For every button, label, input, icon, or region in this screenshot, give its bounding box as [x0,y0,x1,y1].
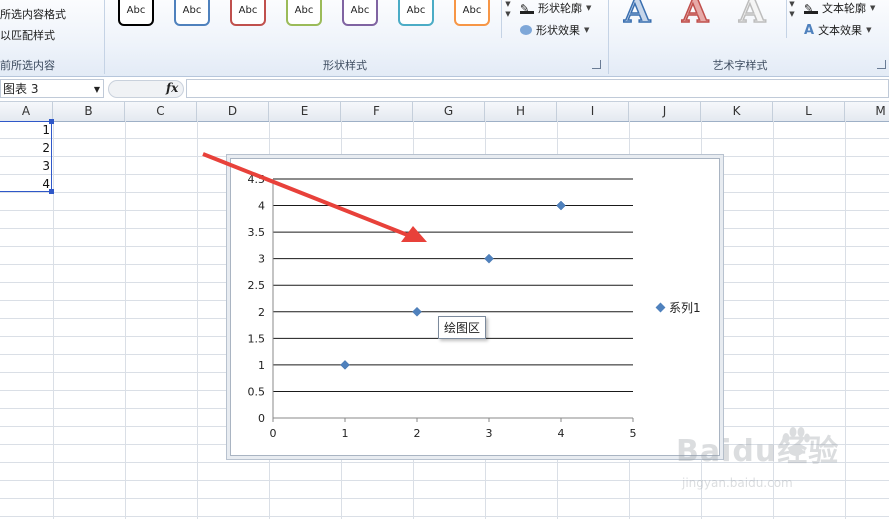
text-effects-label: 文本效果 [818,24,863,37]
shape-style-swatch-6[interactable]: Abc [398,0,434,26]
column-header-i[interactable]: I [557,102,629,121]
pen-icon: ✎ [804,2,818,15]
name-box[interactable]: 图表 3 ▼ [0,79,104,98]
legend-marker [655,302,666,313]
y-tick-label: 0.5 [248,385,266,398]
legend[interactable]: 系列1 [655,299,701,316]
plot-area-tooltip: 绘图区 [438,316,487,339]
chevron-down-icon: ▼ [866,26,872,34]
watermark-text: Baidu经验 [676,434,840,469]
x-tick-label: 1 [342,427,349,440]
shape-style-swatch-7[interactable]: Abc [454,0,490,26]
column-header-b[interactable]: B [53,102,125,121]
chevron-down-icon: ▼ [586,4,592,12]
annotation-arrow [202,152,427,242]
name-box-value: 图表 3 [3,82,39,96]
more-icon: ▼ [505,10,511,18]
group-divider [104,0,105,74]
shape-outline-button[interactable]: ✎ 形状轮廓 ▼ [520,0,591,16]
x-tick-label: 5 [630,427,637,440]
reset-match-style-item[interactable]: 以匹配样式 [0,27,55,43]
legend-label: 系列1 [669,301,701,315]
column-header-e[interactable]: E [269,102,341,121]
shape-effects-label: 形状效果 [536,24,580,37]
y-tick-label: 2.5 [248,279,266,292]
current-selection-group-label: 前所选内容 [0,59,55,72]
gallery-scroll[interactable]: ▼ ▼ [501,0,514,38]
column-headers: ABCDEFGHIJKLM [0,102,889,122]
wordart-gallery-scroll[interactable]: ▼ ▼ [786,0,797,38]
more-icon: ▼ [789,10,795,18]
wordart-style-1[interactable]: A [623,0,651,31]
scroll-down-icon: ▼ [505,0,511,8]
data-point [340,360,350,370]
dialog-launcher-icon[interactable] [877,60,886,69]
wordart-style-3[interactable]: A [738,0,766,31]
y-tick-label: 2 [258,306,265,319]
column-header-k[interactable]: K [701,102,773,121]
shape-styles-group-label: 形状样式 [323,59,367,72]
format-selection-item[interactable]: 所选内容格式 [0,6,66,22]
y-tick-label: 1.5 [248,332,266,345]
formula-input[interactable] [186,79,889,98]
text-effects-icon: A [804,22,815,38]
data-point [556,200,566,211]
data-point [412,306,422,317]
column-header-l[interactable]: L [773,102,845,121]
data-range-highlight [0,119,54,194]
chevron-down-icon[interactable]: ▼ [94,80,100,99]
text-outline-button[interactable]: ✎ 文本轮廓 ▼ [804,0,875,16]
column-header-j[interactable]: J [629,102,701,121]
shape-style-swatch-3[interactable]: Abc [230,0,266,26]
chevron-down-icon: ▼ [584,26,590,34]
watermark-url: jingyan.baidu.com [682,476,793,490]
x-tick-label: 2 [414,427,421,440]
column-header-h[interactable]: H [485,102,557,121]
pen-icon: ✎ [520,2,534,15]
wordart-style-2[interactable]: A [681,0,709,31]
column-header-g[interactable]: G [413,102,485,121]
column-header-d[interactable]: D [197,102,269,121]
shape-style-swatch-1[interactable]: Abc [118,0,154,26]
column-header-m[interactable]: M [845,102,889,121]
range-handle[interactable] [49,189,54,194]
shape-outline-label: 形状轮廓 [538,2,582,15]
data-point [484,253,494,264]
shape-effects-button[interactable]: 形状效果 ▼ [520,22,589,38]
paw-icon [782,427,810,456]
dialog-launcher-icon[interactable] [592,60,601,69]
x-tick-label: 0 [270,427,277,440]
x-tick-label: 4 [558,427,565,440]
y-tick-label: 0 [258,412,265,425]
ribbon: 所选内容格式 以匹配样式 前所选内容 Abc Abc Abc Abc Abc Abc Abc… [0,0,889,77]
shape-style-swatch-4[interactable]: Abc [286,0,322,26]
range-handle[interactable] [49,119,54,124]
column-header-a[interactable]: A [0,102,53,121]
text-effects-button[interactable]: A 文本效果 ▼ [804,22,871,38]
scroll-down-icon: ▼ [789,0,795,8]
effects-icon [520,25,532,35]
column-header-c[interactable]: C [125,102,197,121]
y-tick-label: 1 [258,359,265,372]
formula-bar: 图表 3 ▼ fx [0,77,889,102]
arrow-shaft [202,152,411,238]
baidu-watermark: Baidu经验 jingyan.baidu.com [676,426,886,496]
group-divider [608,0,609,74]
shape-style-swatch-5[interactable]: Abc [342,0,378,26]
y-tick-label: 3 [258,253,265,266]
chevron-down-icon: ▼ [870,4,876,12]
x-tick-label: 3 [486,427,493,440]
insert-function-icon[interactable]: fx [166,81,178,95]
wordart-styles-group-label: 艺术字样式 [712,59,768,72]
column-header-f[interactable]: F [341,102,413,121]
shape-style-swatch-2[interactable]: Abc [174,0,210,26]
text-outline-label: 文本轮廓 [822,2,866,15]
